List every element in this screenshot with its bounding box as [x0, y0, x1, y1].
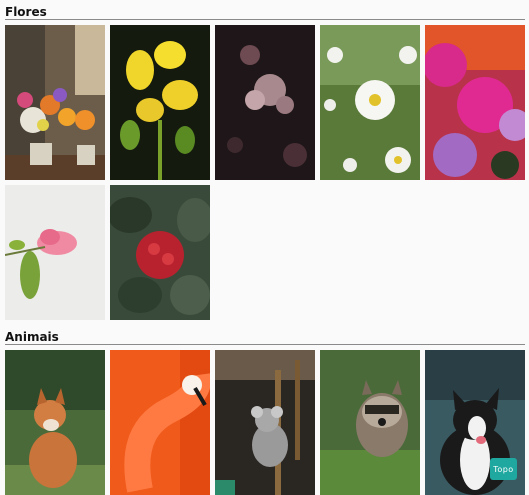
- section-title-animais: Animais: [5, 330, 525, 345]
- flamingo-photo[interactable]: [110, 350, 210, 495]
- roses-photo[interactable]: [425, 25, 525, 180]
- fox-photo[interactable]: [5, 350, 105, 495]
- yellow-flowers-photo[interactable]: [110, 25, 210, 180]
- back-to-top-button[interactable]: Topo: [490, 458, 517, 480]
- daisies-photo[interactable]: [320, 25, 420, 180]
- raccoon-photo[interactable]: [320, 350, 420, 495]
- red-ixora-photo[interactable]: [110, 185, 210, 320]
- dark-pink-blossoms-photo[interactable]: [215, 25, 315, 180]
- hibiscus-photo[interactable]: [5, 185, 105, 320]
- flower-bouquet-photo[interactable]: [5, 25, 105, 180]
- section-title-flores: Flores: [5, 5, 525, 20]
- koala-photo[interactable]: [215, 350, 315, 495]
